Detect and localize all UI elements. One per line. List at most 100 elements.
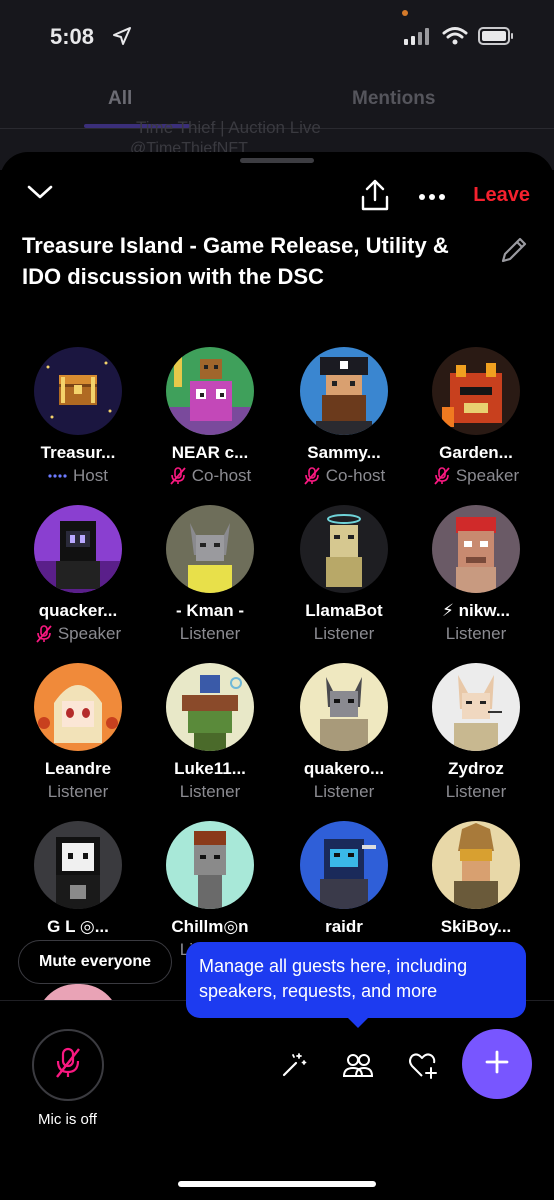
- role-label: Listener: [445, 624, 507, 643]
- avatar: [166, 505, 254, 593]
- avatar: [300, 347, 388, 435]
- participant-name: Garden...: [439, 443, 513, 462]
- participant[interactable]: quacker... Speaker: [12, 505, 144, 644]
- mic-off-icon: [35, 624, 53, 644]
- role-label: Co-host: [191, 466, 252, 485]
- status-bar: 5:08: [0, 10, 554, 52]
- participant-name: Luke11...: [174, 759, 246, 778]
- role-label: Listener: [313, 782, 375, 801]
- avatar: [166, 663, 254, 751]
- participant[interactable]: Zydroz Listener: [410, 663, 542, 802]
- recording-dot-icon: [402, 10, 408, 16]
- participant-role: Listener: [144, 624, 276, 644]
- role-label: Listener: [313, 624, 375, 643]
- participant[interactable]: Leandre Listener: [12, 663, 144, 802]
- mic-off-icon: [433, 466, 451, 486]
- edit-pencil-icon[interactable]: [498, 234, 530, 271]
- mic-toggle-button[interactable]: [32, 1029, 104, 1101]
- avatar: [432, 663, 520, 751]
- participant[interactable]: SkiBoy... Listener: [410, 821, 542, 960]
- avatar: [34, 821, 122, 909]
- participant[interactable]: Garden... Speaker: [410, 347, 542, 486]
- participant-role: Speaker: [12, 624, 144, 644]
- compose-button[interactable]: [462, 1029, 532, 1099]
- collapse-chevron-icon[interactable]: [26, 182, 54, 207]
- role-label: Listener: [179, 624, 241, 643]
- sheet-handle[interactable]: [240, 158, 314, 163]
- participant[interactable]: LlamaBot Listener: [278, 505, 410, 644]
- role-label: Speaker: [57, 624, 122, 643]
- participant[interactable]: Chillm◎n Listener: [144, 821, 276, 960]
- background-row-text: Time Thief | Auction Live: [136, 118, 321, 137]
- avatar: [300, 505, 388, 593]
- battery-icon: [478, 27, 513, 45]
- space-title: Treasure Island - Game Release, Utility …: [22, 233, 449, 289]
- avatar: [300, 821, 388, 909]
- participant-role: Co-host: [278, 466, 410, 486]
- participant-name: Leandre: [44, 759, 112, 778]
- avatar: [34, 505, 122, 593]
- add-heart-icon[interactable]: [408, 1051, 438, 1084]
- cellular-signal-icon: [404, 28, 429, 45]
- role-label: Co-host: [325, 466, 386, 485]
- participant-name: Zydroz: [448, 759, 504, 778]
- mute-everyone-button[interactable]: Mute everyone: [18, 940, 173, 984]
- participant-name: Treasur...: [40, 443, 116, 462]
- participant-role: Host: [12, 466, 144, 486]
- avatar: [34, 663, 122, 751]
- leave-button[interactable]: Leave: [473, 184, 530, 207]
- participant[interactable]: ⚡ nikw... Listener: [410, 505, 542, 644]
- avatar: [166, 347, 254, 435]
- wifi-icon: [442, 26, 468, 51]
- participant-role: Listener: [410, 624, 542, 644]
- location-arrow-icon: [112, 26, 132, 51]
- avatar: [432, 821, 520, 909]
- participant-role: Speaker: [410, 466, 542, 486]
- participant-name: Sammy...: [307, 443, 381, 462]
- participant-name: quakero...: [303, 759, 385, 778]
- space-sheet: Leave Treasure Island - Game Release, Ut…: [0, 152, 554, 1200]
- tab-all: All: [108, 88, 133, 109]
- participant-role: Listener: [410, 782, 542, 802]
- tab-mentions: Mentions: [352, 88, 436, 109]
- role-label: Listener: [445, 782, 507, 801]
- manage-guests-icon[interactable]: [342, 1051, 374, 1084]
- participant[interactable]: Luke11... Listener: [144, 663, 276, 802]
- mic-status: Mic is off: [38, 1111, 97, 1128]
- role-label: Listener: [179, 782, 241, 801]
- participant[interactable]: quakero... Listener: [278, 663, 410, 802]
- role-label: Listener: [47, 782, 109, 801]
- avatar: [432, 347, 520, 435]
- participant-name: ⚡ nikw...: [442, 601, 510, 620]
- host-dots-icon: [48, 474, 68, 478]
- participant-name: raidr: [325, 917, 363, 936]
- participant[interactable]: raidr Listener: [278, 821, 410, 960]
- participant[interactable]: - Kman - Listener: [144, 505, 276, 644]
- participant-name: G L ◎...: [47, 917, 109, 936]
- participant[interactable]: Treasur... Host: [12, 347, 144, 486]
- participant-name: quacker...: [38, 601, 118, 620]
- participant[interactable]: NEAR c... Co-host: [144, 347, 276, 486]
- more-options-icon[interactable]: [418, 188, 446, 206]
- participant-name: - Kman -: [176, 601, 244, 620]
- participant-role: Co-host: [144, 466, 276, 486]
- plus-icon: [484, 1049, 510, 1080]
- participant-role: Listener: [278, 624, 410, 644]
- mic-off-icon: [53, 1046, 83, 1085]
- manage-guests-tooltip[interactable]: Manage all guests here, including speake…: [186, 942, 526, 1028]
- participant-role: Listener: [278, 782, 410, 802]
- home-indicator[interactable]: [178, 1181, 376, 1187]
- background-tabs: All Mentions: [0, 86, 554, 128]
- status-time: 5:08: [50, 24, 95, 49]
- participant-role: Listener: [144, 782, 276, 802]
- magic-wand-icon[interactable]: [280, 1051, 308, 1084]
- background-app: 5:08 All Mentions Time Thief | Auction L…: [0, 0, 554, 170]
- mic-off-icon: [303, 466, 321, 486]
- avatar: [432, 505, 520, 593]
- role-label: Host: [73, 466, 108, 485]
- participant[interactable]: Sammy... Co-host: [278, 347, 410, 486]
- participant-name: LlamaBot: [305, 601, 383, 620]
- share-icon[interactable]: [360, 178, 390, 217]
- participant-name: Chillm◎n: [171, 917, 249, 936]
- avatar: [34, 347, 122, 435]
